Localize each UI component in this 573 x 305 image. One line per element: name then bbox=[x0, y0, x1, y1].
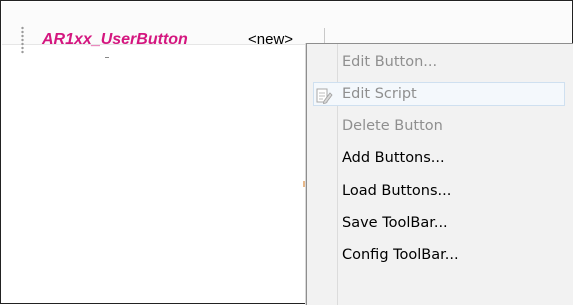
menu-item-add-buttons[interactable]: Add Buttons... bbox=[307, 142, 573, 174]
new-button-placeholder[interactable]: <new> bbox=[248, 29, 293, 51]
toolbar-grip-handle[interactable] bbox=[21, 26, 24, 54]
menu-item-config-toolbar[interactable]: Config ToolBar... bbox=[307, 239, 573, 271]
menu-item-save-toolbar[interactable]: Save ToolBar... bbox=[307, 207, 573, 239]
menu-item-label: Add Buttons... bbox=[342, 150, 445, 166]
menu-item-label: Load Buttons... bbox=[342, 183, 452, 199]
user-button-ar1xx[interactable]: AR1xx_UserButton bbox=[42, 29, 188, 51]
edit-script-icon bbox=[315, 85, 333, 105]
menu-item-delete-button[interactable]: Delete Button bbox=[307, 110, 573, 142]
menu-item-load-buttons[interactable]: Load Buttons... bbox=[307, 175, 573, 207]
user-toolbar: AR1xx_UserButton <new> bbox=[2, 2, 571, 54]
menu-item-label: Save ToolBar... bbox=[342, 215, 448, 231]
menu-item-label: Config ToolBar... bbox=[342, 247, 459, 263]
stray-mark-orange bbox=[303, 181, 305, 187]
menu-item-label: Edit Script bbox=[342, 86, 417, 102]
menu-item-edit-script[interactable]: Edit Script bbox=[307, 78, 573, 110]
menu-item-label: Edit Button... bbox=[342, 54, 438, 70]
toolbar-context-menu: Edit Button... Edit Script Delete Button… bbox=[306, 43, 573, 305]
menu-item-edit-button[interactable]: Edit Button... bbox=[307, 46, 573, 78]
menu-item-label: Delete Button bbox=[342, 118, 443, 134]
stray-mark bbox=[105, 57, 109, 58]
